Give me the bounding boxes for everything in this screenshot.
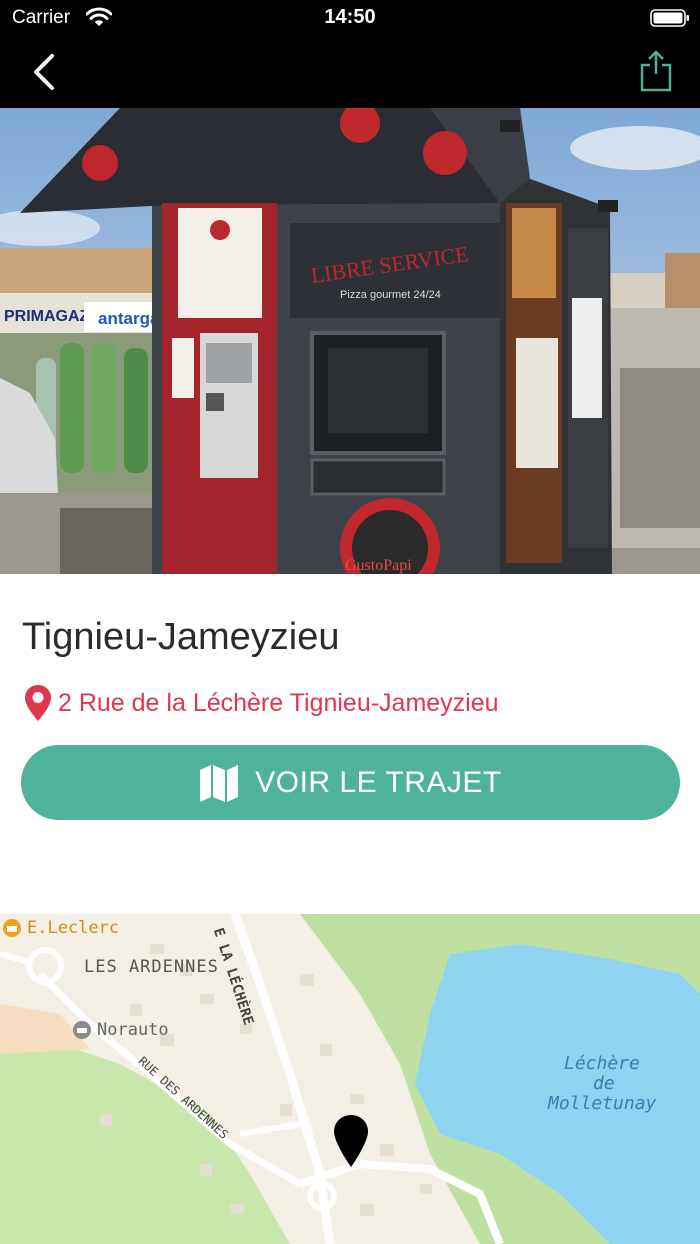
map-icon bbox=[200, 764, 239, 802]
car-service-poi-icon bbox=[73, 1021, 91, 1039]
place-title: Tignieu-Jameyzieu bbox=[22, 616, 340, 658]
vending-kiosk-illustration: PRIMAGAZ antargaz LIBRE SERVICE Pizza go… bbox=[0, 108, 700, 574]
clock: 14:50 bbox=[324, 6, 376, 28]
view-route-button[interactable]: VOIR LE TRAJET bbox=[21, 745, 680, 820]
address-text: 2 Rue de la Léchère Tignieu-Jameyzieu bbox=[58, 688, 499, 717]
poi-leclerc[interactable]: E.Leclerc bbox=[27, 918, 119, 938]
shopping-poi-icon bbox=[3, 919, 21, 937]
back-button[interactable] bbox=[26, 50, 66, 94]
location-pin-icon bbox=[25, 685, 51, 721]
view-route-label: VOIR LE TRAJET bbox=[255, 765, 502, 799]
map-view[interactable]: E.Leclerc LES ARDENNES Norauto E LA LÉCH… bbox=[0, 914, 700, 1244]
share-button[interactable] bbox=[638, 48, 674, 94]
poi-norauto[interactable]: Norauto bbox=[97, 1020, 169, 1040]
district-les-ardennes: LES ARDENNES bbox=[84, 957, 219, 977]
location-marker-icon[interactable] bbox=[333, 1114, 369, 1168]
kiosk-brand: GustoPapi bbox=[345, 557, 412, 574]
primagaz-sign: PRIMAGAZ bbox=[4, 308, 90, 325]
hero-photo: PRIMAGAZ antargaz LIBRE SERVICE Pizza go… bbox=[0, 108, 700, 574]
lake-label-line1: Léchère bbox=[564, 1053, 640, 1074]
kiosk-subtext: Pizza gourmet 24/24 bbox=[340, 289, 441, 301]
battery-icon bbox=[650, 9, 689, 27]
navigation-bar bbox=[0, 36, 700, 108]
lake-label-line2: de bbox=[593, 1073, 615, 1094]
address-link[interactable]: 2 Rue de la Léchère Tignieu-Jameyzieu bbox=[24, 684, 499, 722]
lake-label-line3: Molletunay bbox=[548, 1093, 657, 1114]
status-bar: Carrier 14:50 bbox=[0, 0, 700, 36]
